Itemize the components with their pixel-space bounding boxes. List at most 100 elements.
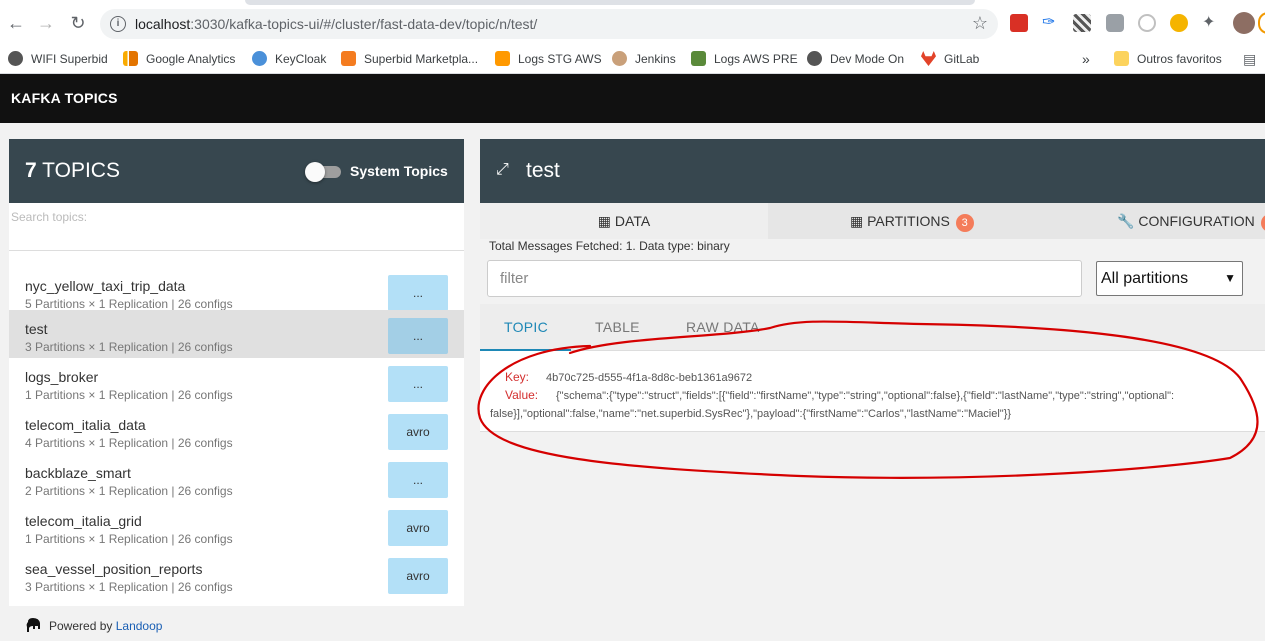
- powered-by: Powered by Landoop: [25, 616, 162, 634]
- topic-type-tag[interactable]: ...: [388, 275, 448, 311]
- topic-row-telecom-italia-grid[interactable]: telecom_italia_grid 1 Partitions × 1 Rep…: [9, 502, 464, 550]
- profile-avatar[interactable]: [1233, 12, 1255, 34]
- extension-yellow-icon[interactable]: [1170, 14, 1188, 32]
- keycloak-icon: [252, 51, 267, 66]
- app-brand[interactable]: KAFKA TOPICS: [11, 90, 118, 106]
- topic-name: sea_vessel_position_reports: [25, 561, 203, 577]
- analytics-icon: [123, 51, 138, 66]
- gitlab-icon: [921, 51, 936, 66]
- bookmarks-overflow-button[interactable]: »: [1082, 49, 1090, 69]
- topic-name: backblaze_smart: [25, 465, 131, 481]
- partition-select[interactable]: All partitions ▼: [1096, 261, 1243, 296]
- partitions-count-badge: 3: [955, 214, 974, 232]
- topic-row-nyc-yellow-taxi-trip-data[interactable]: nyc_yellow_taxi_trip_data 5 Partitions ×…: [9, 267, 464, 315]
- reading-list-icon[interactable]: ▤: [1243, 49, 1256, 69]
- bookmark-label: KeyCloak: [275, 52, 327, 66]
- back-icon[interactable]: ←: [5, 12, 27, 34]
- subtab-topic[interactable]: TOPIC: [504, 319, 548, 335]
- tab-configuration-label: CONFIGURATION: [1138, 213, 1255, 229]
- configuration-count-badge: 2: [1260, 214, 1265, 232]
- record-value-line-2: false}],"optional":false,"name":"net.sup…: [490, 408, 1012, 420]
- bookmark-logs-stg-aws[interactable]: Logs STG AWS: [495, 49, 602, 69]
- other-bookmarks-folder[interactable]: Outros favoritos: [1114, 49, 1222, 69]
- topic-row-backblaze-smart[interactable]: backblaze_smart 2 Partitions × 1 Replica…: [9, 454, 464, 502]
- menu-edge-icon[interactable]: [1258, 12, 1265, 34]
- topic-type-tag[interactable]: ...: [388, 366, 448, 402]
- forward-icon[interactable]: →: [35, 12, 57, 34]
- topic-meta: 2 Partitions × 1 Replication | 26 config…: [25, 484, 233, 498]
- bookmark-dev-mode-on[interactable]: Dev Mode On: [807, 49, 904, 69]
- reload-icon[interactable]: ↻: [67, 12, 89, 34]
- topic-type-tag[interactable]: ...: [388, 318, 448, 354]
- topics-panel: 7 TOPICS System Topics nyc_yellow_taxi_t…: [9, 139, 464, 606]
- eyedropper-icon[interactable]: ✑: [1042, 14, 1060, 32]
- topics-count-number: 7: [25, 159, 37, 182]
- bookmark-wifi-superbid[interactable]: WIFI Superbid: [8, 49, 108, 69]
- tab-strip: [0, 0, 1265, 5]
- table-icon: ▦: [850, 213, 864, 229]
- topic-type-tag[interactable]: avro: [388, 510, 448, 546]
- bookmark-superbid-marketplace[interactable]: Superbid Marketpla...: [341, 49, 478, 69]
- topic-name: telecom_italia_data: [25, 417, 146, 433]
- address-bar[interactable]: i localhost:3030/kafka-topics-ui/#/clust…: [100, 9, 998, 39]
- bookmark-keycloak[interactable]: KeyCloak: [252, 49, 326, 69]
- bookmark-gitlab[interactable]: GitLab: [921, 49, 979, 69]
- topics-header: 7 TOPICS System Topics: [9, 139, 464, 203]
- bookmark-label: Logs STG AWS: [518, 52, 602, 66]
- topics-count: 7 TOPICS: [25, 159, 120, 183]
- camera-icon[interactable]: [1106, 14, 1124, 32]
- filter-input[interactable]: [488, 261, 1081, 296]
- tab-partitions[interactable]: ▦ PARTITIONS 3: [850, 203, 974, 239]
- partition-select-value: All partitions: [1101, 270, 1189, 287]
- landoop-link[interactable]: Landoop: [116, 619, 163, 633]
- subtab-raw-data[interactable]: RAW DATA: [686, 319, 760, 335]
- bookmark-label: WIFI Superbid: [31, 52, 108, 66]
- extension-circle-icon[interactable]: [1138, 14, 1156, 32]
- tab-configuration[interactable]: 🔧 CONFIGURATION 2: [1117, 203, 1265, 239]
- extensions-puzzle-icon[interactable]: ✦: [1202, 14, 1220, 32]
- topic-row-telecom-italia-data[interactable]: telecom_italia_data 4 Partitions × 1 Rep…: [9, 406, 464, 454]
- folder-icon: [1114, 51, 1129, 66]
- expand-icon[interactable]: ⤢: [496, 161, 509, 179]
- bookmark-google-analytics[interactable]: Google Analytics: [123, 49, 235, 69]
- record-key-value: 4b70c725-d555-4f1a-8d8c-beb1361a9672: [546, 372, 753, 384]
- record-value-line-1: {"schema":{"type":"struct","fields":[{"f…: [556, 390, 1175, 402]
- topic-meta: 1 Partitions × 1 Replication | 26 config…: [25, 532, 233, 546]
- topic-title: test: [526, 159, 560, 182]
- topic-name: test: [25, 321, 48, 337]
- topic-meta: 1 Partitions × 1 Replication | 26 config…: [25, 388, 233, 402]
- tab-data[interactable]: ▦ DATA: [480, 203, 768, 239]
- topic-meta: 3 Partitions × 1 Replication | 26 config…: [25, 340, 233, 354]
- bookmark-logs-aws-pre[interactable]: Logs AWS PRE: [691, 49, 798, 69]
- system-topics-label: System Topics: [350, 163, 448, 179]
- qr-code-icon[interactable]: [1073, 14, 1091, 32]
- superbid-icon: [341, 51, 356, 66]
- jenkins-icon: [612, 51, 627, 66]
- topic-type-tag[interactable]: ...: [388, 462, 448, 498]
- topic-row-logs-broker[interactable]: logs_broker 1 Partitions × 1 Replication…: [9, 358, 464, 406]
- topic-name: telecom_italia_grid: [25, 513, 142, 529]
- url-text[interactable]: localhost:3030/kafka-topics-ui/#/cluster…: [135, 16, 537, 32]
- topic-meta: 3 Partitions × 1 Replication | 26 config…: [25, 580, 233, 594]
- topic-meta: 5 Partitions × 1 Replication | 26 config…: [25, 297, 233, 311]
- site-info-icon[interactable]: i: [110, 16, 126, 32]
- bookmark-label: Logs AWS PRE: [714, 52, 798, 66]
- bookmark-label: Google Analytics: [146, 52, 236, 66]
- topic-type-tag[interactable]: avro: [388, 558, 448, 594]
- topic-row-sea-vessel-position-reports[interactable]: sea_vessel_position_reports 3 Partitions…: [9, 550, 464, 598]
- app-header: KAFKA TOPICS: [0, 74, 1265, 123]
- topic-search-input[interactable]: [11, 207, 451, 227]
- bookmark-label: Dev Mode On: [830, 52, 905, 66]
- bookmark-jenkins[interactable]: Jenkins: [612, 49, 676, 69]
- active-tab-edge: [245, 0, 975, 5]
- url-host: localhost: [135, 16, 191, 32]
- bookmarks-bar: WIFI Superbid Google Analytics KeyCloak …: [0, 44, 1265, 74]
- tab-data-label: DATA: [614, 213, 651, 229]
- bookmark-star-icon[interactable]: ☆: [972, 13, 988, 34]
- view-subtabs: TOPIC TABLE RAW DATA: [480, 304, 1265, 351]
- system-topics-toggle[interactable]: [305, 162, 341, 182]
- extension-red-icon[interactable]: [1010, 14, 1028, 32]
- subtab-table[interactable]: TABLE: [595, 319, 640, 335]
- topic-row-test[interactable]: test 3 Partitions × 1 Replication | 26 c…: [9, 310, 464, 358]
- topic-type-tag[interactable]: avro: [388, 414, 448, 450]
